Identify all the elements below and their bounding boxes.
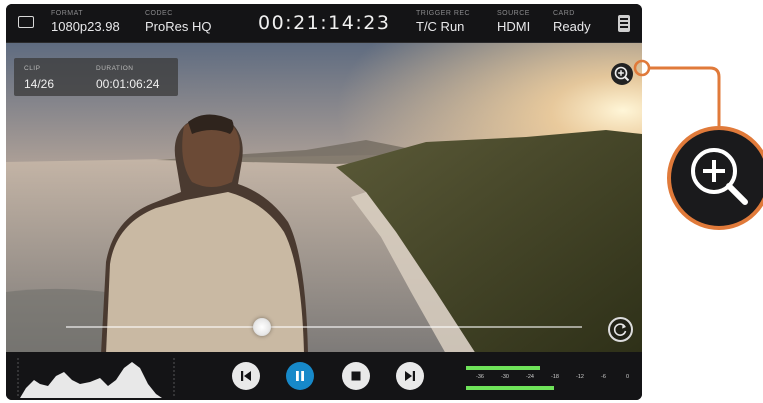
zoom-callout	[633, 59, 763, 230]
